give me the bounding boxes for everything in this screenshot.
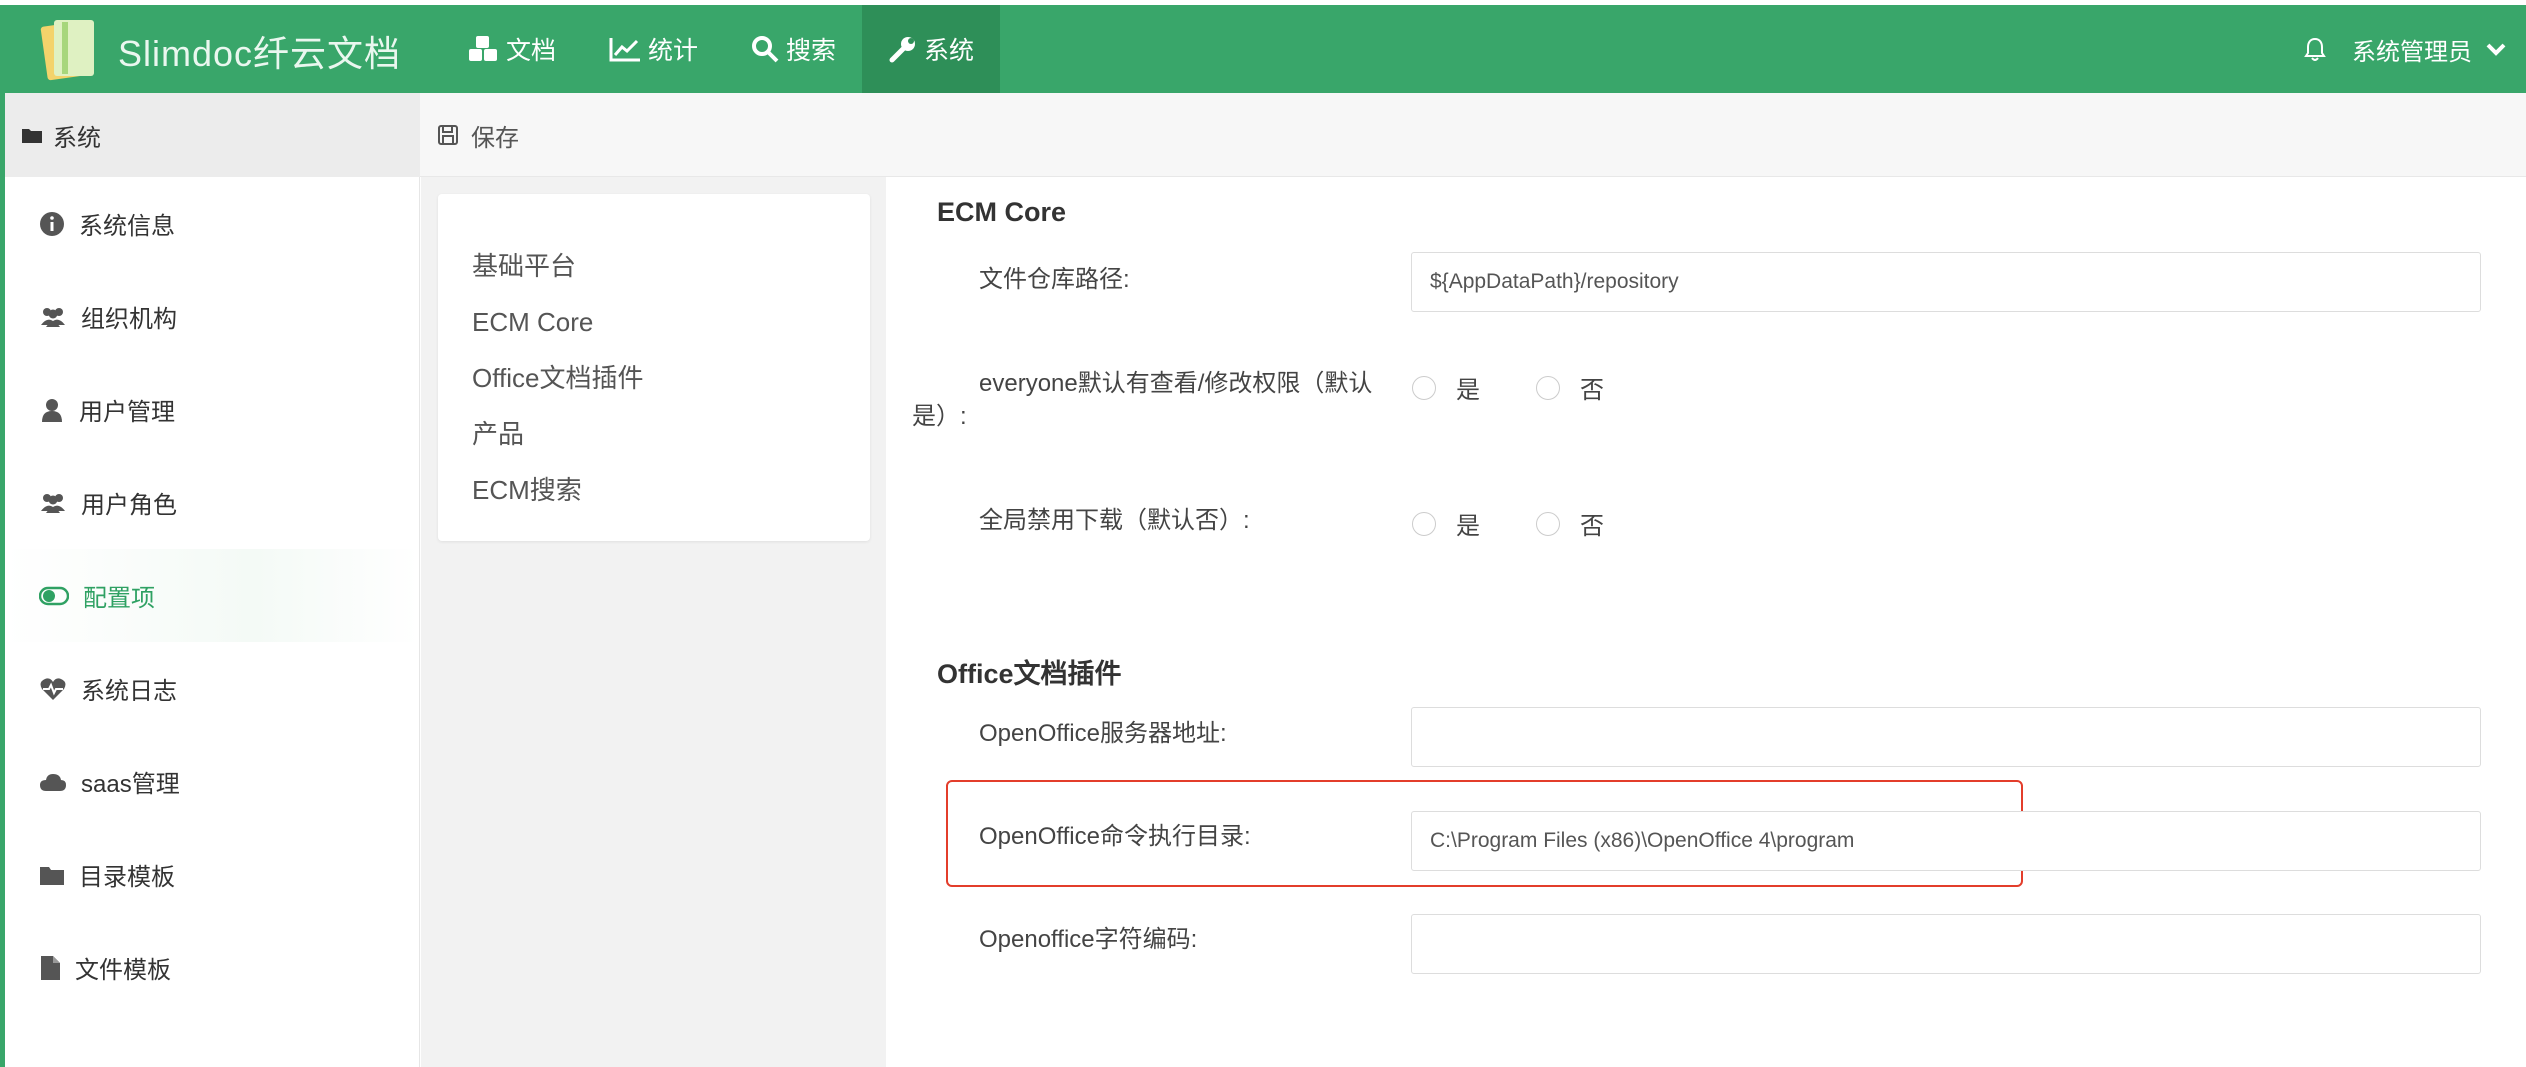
save-button-label: 保存 [471,124,519,152]
toc-panel: 基础平台 ECM Core Office文档插件 产品 ECM搜索 [421,177,886,1067]
sidebar-item-organization[interactable]: 组织机构 [5,270,419,363]
nav-system-label: 系统 [924,37,975,65]
folder-icon [40,866,64,885]
chart-line-icon [609,38,641,62]
repo-path-input[interactable]: ${AppDataPath}/repository [1411,252,2481,312]
openoffice-charset-input[interactable] [1411,914,2481,974]
section-heading-office-plugin: Office文档插件 [937,659,1122,689]
folder-icon [22,129,42,143]
everyone-permission-label: everyone默认有查看/修改权限（默认 [979,370,1373,397]
nav-system[interactable]: 系统 [862,5,1001,93]
openoffice-cmd-dir-input[interactable]: C:\Program Files (x86)\OpenOffice 4\prog… [1411,811,2481,871]
sidebar-item-label: saas管理 [81,771,180,798]
radio-label-yes: 是 [1456,513,1480,540]
section-title: 系统 [5,93,420,177]
toc-item-office-plugin[interactable]: Office文档插件 [438,350,870,406]
bell-icon[interactable] [2304,36,2326,62]
sidebar-item-saas[interactable]: saas管理 [5,735,419,828]
sidebar-item-label: 用户管理 [79,399,175,426]
sidebar-item-label: 系统信息 [79,213,175,240]
info-icon [40,211,64,236]
disable-download-yes-radio[interactable] [1412,511,1436,536]
sidebar-item-label: 用户角色 [81,492,177,519]
users-icon [41,493,65,513]
openoffice-server-label: OpenOffice服务器地址: [979,720,1227,747]
sidebar-item-system-info[interactable]: 系统信息 [5,177,419,270]
wrench-icon [889,37,916,63]
radio-label-yes: 是 [1456,377,1480,404]
user-menu[interactable]: 系统管理员 [2304,5,2506,93]
sub-header: 系统 保存 [5,93,2526,177]
openoffice-cmd-dir-label: OpenOffice命令执行目录: [979,823,1251,850]
nav-documents-label: 文档 [506,37,557,65]
toc-item-ecm-search[interactable]: ECM搜索 [438,462,870,518]
openoffice-charset-label: Openoffice字符编码: [979,926,1198,953]
sidebar-item-label: 组织机构 [81,306,177,333]
nav-documents[interactable]: 文档 [440,5,582,93]
radio-label-no: 否 [1580,377,1604,404]
disable-download-radio-group: 是 否 [1412,506,1660,541]
repo-path-value: ${AppDataPath}/repository [1430,270,1679,293]
nav-statistics-label: 统计 [648,37,699,65]
disable-download-no-radio[interactable] [1536,511,1560,536]
config-content: ECM Core 文件仓库路径: ${AppDataPath}/reposito… [887,177,2526,1067]
cloud-icon [40,773,66,791]
users-icon [41,307,65,327]
search-icon [752,36,779,63]
toc-item-product[interactable]: 产品 [438,406,870,462]
repo-path-label: 文件仓库路径: [979,266,1130,293]
file-icon [41,955,60,980]
everyone-permission-yes-radio[interactable] [1412,375,1436,400]
toc-item-ecm-core[interactable]: ECM Core [438,294,870,350]
brand-name: Slimdoc纤云文档 [118,33,402,74]
logo-icon [36,18,100,84]
disable-download-label: 全局禁用下载（默认否）: [979,507,1250,534]
sidebar-item-user-roles[interactable]: 用户角色 [5,456,419,549]
chevron-down-icon [2486,43,2506,56]
user-name: 系统管理员 [2352,38,2472,66]
sidebar-item-config[interactable]: 配置项 [5,549,419,642]
cubes-icon [469,36,497,61]
nav-statistics[interactable]: 统计 [582,5,724,93]
everyone-permission-label-cont: 是）: [912,403,967,430]
toggle-icon [39,586,69,605]
nav-search[interactable]: 搜索 [724,5,862,93]
sidebar-item-label: 系统日志 [81,678,177,705]
sidebar-item-label: 目录模板 [79,864,175,891]
toc-item-base-platform[interactable]: 基础平台 [438,238,870,294]
section-title-label: 系统 [53,124,101,152]
openoffice-cmd-dir-value: C:\Program Files (x86)\OpenOffice 4\prog… [1430,829,1855,852]
nav-search-label: 搜索 [786,37,837,65]
openoffice-server-input[interactable] [1411,707,2481,767]
sidebar: 系统信息 组织机构 用户管理 用户角色 配置项 系统日志 saas管理 目录模板… [5,177,420,1067]
heartbeat-icon [40,677,66,700]
sidebar-item-label: 配置项 [83,585,155,612]
main-nav: 文档 统计 搜索 系统 [440,5,1001,93]
brand[interactable]: Slimdoc纤云文档 [36,18,402,84]
sidebar-item-file-template[interactable]: 文件模板 [5,921,419,1014]
everyone-permission-radio-group: 是 否 [1412,370,1660,405]
top-navbar: Slimdoc纤云文档 文档 统计 搜索 系统 系统管理员 [0,0,2526,93]
save-icon [438,125,458,145]
radio-label-no: 否 [1580,513,1604,540]
section-heading-ecm-core: ECM Core [937,197,1067,227]
sidebar-item-label: 文件模板 [75,957,171,984]
sidebar-item-system-log[interactable]: 系统日志 [5,642,419,735]
toc-card: 基础平台 ECM Core Office文档插件 产品 ECM搜索 [438,194,870,541]
sidebar-item-dir-template[interactable]: 目录模板 [5,828,419,921]
everyone-permission-no-radio[interactable] [1536,375,1560,400]
sidebar-item-user-management[interactable]: 用户管理 [5,363,419,456]
user-icon [42,398,62,422]
save-button[interactable]: 保存 [437,93,519,177]
